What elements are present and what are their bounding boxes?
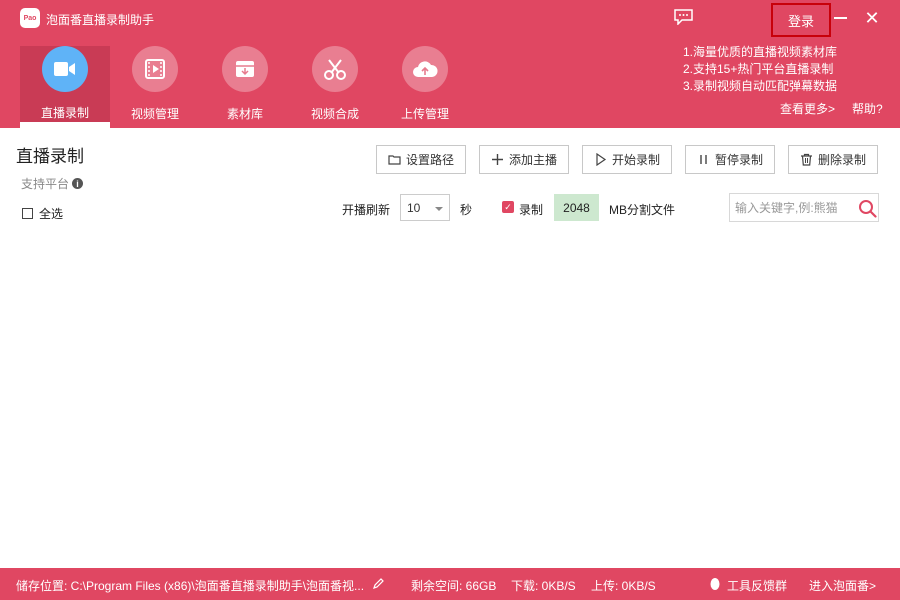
logo-text: Pao: [23, 14, 37, 22]
plus-icon: [491, 154, 503, 165]
app-title: 泡面番直播录制助手: [46, 13, 155, 27]
main-nav: 直播录制 视频管理 素材库 视频合成 上传管理: [20, 46, 470, 128]
supported-platforms[interactable]: 支持平台 i: [21, 175, 84, 192]
tip-item: 2.支持15+热门平台直播录制: [683, 62, 834, 76]
storage-path: 储存位置: C:\Program Files (x86)\泡面番直播录制助手\泡…: [16, 579, 365, 593]
nav-label: 直播录制: [40, 106, 89, 120]
enter-site-link[interactable]: 进入泡面番>: [809, 577, 876, 594]
help-link[interactable]: 帮助?: [852, 100, 883, 117]
penguin-icon: [710, 578, 720, 590]
refresh-label: 开播刷新: [342, 203, 391, 217]
play-icon: [596, 153, 607, 166]
add-host-label: 添加主播: [508, 153, 557, 167]
nav-label: 上传管理: [400, 107, 449, 121]
download-box-icon: [222, 46, 268, 92]
feedback-group-link[interactable]: 工具反馈群: [727, 577, 787, 594]
nav-item-live-record[interactable]: 直播录制: [20, 46, 110, 128]
nav-item-video-compose[interactable]: 视频合成: [290, 46, 380, 128]
login-button[interactable]: 登录: [771, 3, 831, 37]
folder-icon: [388, 155, 401, 165]
video-camera-icon: [42, 46, 88, 92]
trash-icon: [800, 153, 812, 166]
add-host-button[interactable]: 添加主播: [479, 145, 569, 174]
upload-speed: 上传: 0KB/S: [591, 579, 656, 593]
film-icon: [132, 46, 178, 92]
see-more-link[interactable]: 查看更多>: [780, 100, 835, 117]
search-icon[interactable]: [858, 199, 877, 218]
pencil-icon[interactable]: [372, 577, 385, 590]
feature-tips: 1.海量优质的直播视频素材库 2.支持15+热门平台直播录制 3.录制视频自动匹…: [683, 44, 837, 95]
tip-item: 1.海量优质的直播视频素材库: [683, 45, 838, 59]
nav-item-upload-manage[interactable]: 上传管理: [380, 46, 470, 128]
tip-item: 3.录制视频自动匹配弹幕数据: [683, 79, 838, 93]
nav-label: 素材库: [226, 107, 263, 121]
info-icon[interactable]: i: [72, 178, 84, 189]
nav-label: 视频合成: [310, 107, 359, 121]
set-path-button[interactable]: 设置路径: [376, 145, 466, 174]
cloud-upload-icon: [402, 46, 448, 92]
free-space: 剩余空间: 66GB: [411, 579, 497, 593]
start-record-label: 开始录制: [611, 153, 660, 167]
set-path-label: 设置路径: [405, 153, 454, 167]
download-speed: 下载: 0KB/S: [511, 579, 576, 593]
select-all-label: 全选: [39, 207, 64, 221]
status-bar: 储存位置: C:\Program Files (x86)\泡面番直播录制助手\泡…: [0, 568, 900, 600]
search-input[interactable]: [735, 200, 853, 216]
split-size-label: MB分割文件: [609, 203, 676, 217]
message-icon[interactable]: [674, 9, 693, 25]
nav-item-material-library[interactable]: 素材库: [200, 46, 290, 128]
delete-record-button[interactable]: 删除录制: [788, 145, 878, 174]
app-logo-icon: Pao: [20, 8, 40, 28]
record-checkbox[interactable]: ✓: [502, 201, 514, 213]
start-record-button[interactable]: 开始录制: [582, 145, 672, 174]
checkbox-icon[interactable]: [22, 208, 33, 219]
minimize-icon[interactable]: [834, 17, 847, 19]
pause-record-button[interactable]: 暂停录制: [685, 145, 775, 174]
nav-item-video-manage[interactable]: 视频管理: [110, 46, 200, 128]
page-title: 直播录制: [16, 147, 84, 166]
supported-platforms-label: 支持平台: [21, 177, 70, 191]
delete-record-label: 删除录制: [817, 153, 866, 167]
search-box[interactable]: [729, 193, 879, 222]
select-all-checkbox[interactable]: 全选: [22, 205, 63, 222]
seconds-label: 秒: [460, 203, 473, 217]
refresh-interval-select[interactable]: 10: [400, 194, 450, 221]
split-size-input[interactable]: 2048: [554, 194, 599, 221]
pause-icon: [700, 155, 707, 164]
pause-record-label: 暂停录制: [714, 153, 763, 167]
chevron-down-icon: [435, 207, 443, 211]
refresh-interval-value: 10: [407, 200, 421, 215]
title-bar: Pao 泡面番直播录制助手 登录 ✕ 直播录制 视频管理 素材库 视频合成 上传…: [0, 0, 900, 128]
scissors-icon: [312, 46, 358, 92]
nav-label: 视频管理: [130, 107, 179, 121]
close-icon[interactable]: ✕: [862, 8, 882, 28]
record-label: 录制: [519, 203, 544, 217]
